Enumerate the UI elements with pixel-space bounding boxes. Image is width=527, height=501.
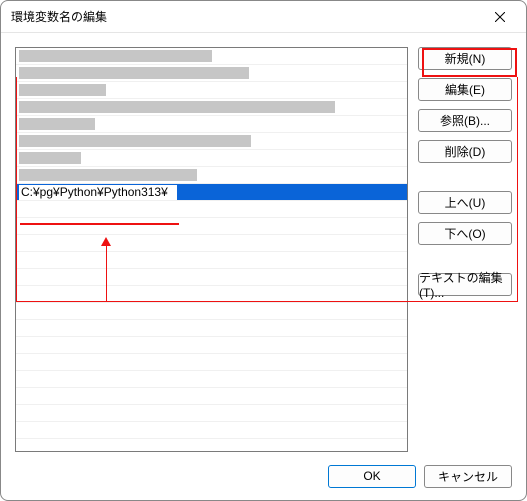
- path-list-row-empty[interactable]: [16, 235, 407, 252]
- window-title: 環境変数名の編集: [11, 8, 480, 25]
- browse-button[interactable]: 参照(B)...: [418, 109, 512, 132]
- path-list-row[interactable]: [16, 116, 407, 133]
- move-down-button[interactable]: 下へ(O): [418, 222, 512, 245]
- path-list-row[interactable]: [16, 65, 407, 82]
- edit-text-button[interactable]: テキストの編集(T)...: [418, 273, 512, 296]
- delete-button[interactable]: 削除(D): [418, 140, 512, 163]
- path-list-row-empty[interactable]: [16, 354, 407, 371]
- path-list-row[interactable]: [16, 82, 407, 99]
- redacted-text: [19, 169, 197, 181]
- path-listbox[interactable]: [15, 47, 408, 452]
- dialog-window: 環境変数名の編集 新規(N) 編集(E) 参照(B)... 削除(D) 上へ(U…: [0, 0, 527, 501]
- path-list-row[interactable]: [16, 150, 407, 167]
- path-list-row-editing[interactable]: [16, 184, 407, 201]
- path-list-wrapper: [15, 47, 408, 452]
- path-list-row[interactable]: [16, 167, 407, 184]
- path-edit-input[interactable]: [19, 185, 177, 200]
- path-list-row-empty[interactable]: [16, 218, 407, 235]
- path-list-row-empty[interactable]: [16, 269, 407, 286]
- path-list-row-empty[interactable]: [16, 439, 407, 452]
- redacted-text: [19, 84, 106, 96]
- redacted-text: [19, 118, 95, 130]
- path-list-row-empty[interactable]: [16, 388, 407, 405]
- dialog-body: 新規(N) 編集(E) 参照(B)... 削除(D) 上へ(U) 下へ(O) テ…: [1, 33, 526, 452]
- titlebar: 環境変数名の編集: [1, 1, 526, 33]
- path-list-row-empty[interactable]: [16, 286, 407, 303]
- path-list-row[interactable]: [16, 99, 407, 116]
- redacted-text: [19, 101, 335, 113]
- redacted-text: [19, 152, 81, 164]
- close-button[interactable]: [480, 3, 520, 31]
- path-list-row-empty[interactable]: [16, 371, 407, 388]
- close-icon: [495, 12, 505, 22]
- side-button-column: 新規(N) 編集(E) 参照(B)... 削除(D) 上へ(U) 下へ(O) テ…: [418, 47, 512, 452]
- path-list-row-empty[interactable]: [16, 252, 407, 269]
- ok-button[interactable]: OK: [328, 465, 416, 488]
- redacted-text: [19, 135, 251, 147]
- path-list-row[interactable]: [16, 133, 407, 150]
- new-button[interactable]: 新規(N): [418, 47, 512, 70]
- path-list-row[interactable]: [16, 48, 407, 65]
- path-list-row-empty[interactable]: [16, 405, 407, 422]
- cancel-button[interactable]: キャンセル: [424, 465, 512, 488]
- edit-button[interactable]: 編集(E): [418, 78, 512, 101]
- path-list-row-empty[interactable]: [16, 201, 407, 218]
- path-list-row-empty[interactable]: [16, 422, 407, 439]
- path-list-row-empty[interactable]: [16, 337, 407, 354]
- move-up-button[interactable]: 上へ(U): [418, 191, 512, 214]
- path-list-row-empty[interactable]: [16, 320, 407, 337]
- redacted-text: [19, 50, 212, 62]
- redacted-text: [19, 67, 249, 79]
- dialog-footer: OK キャンセル: [1, 452, 526, 500]
- path-list-row-empty[interactable]: [16, 303, 407, 320]
